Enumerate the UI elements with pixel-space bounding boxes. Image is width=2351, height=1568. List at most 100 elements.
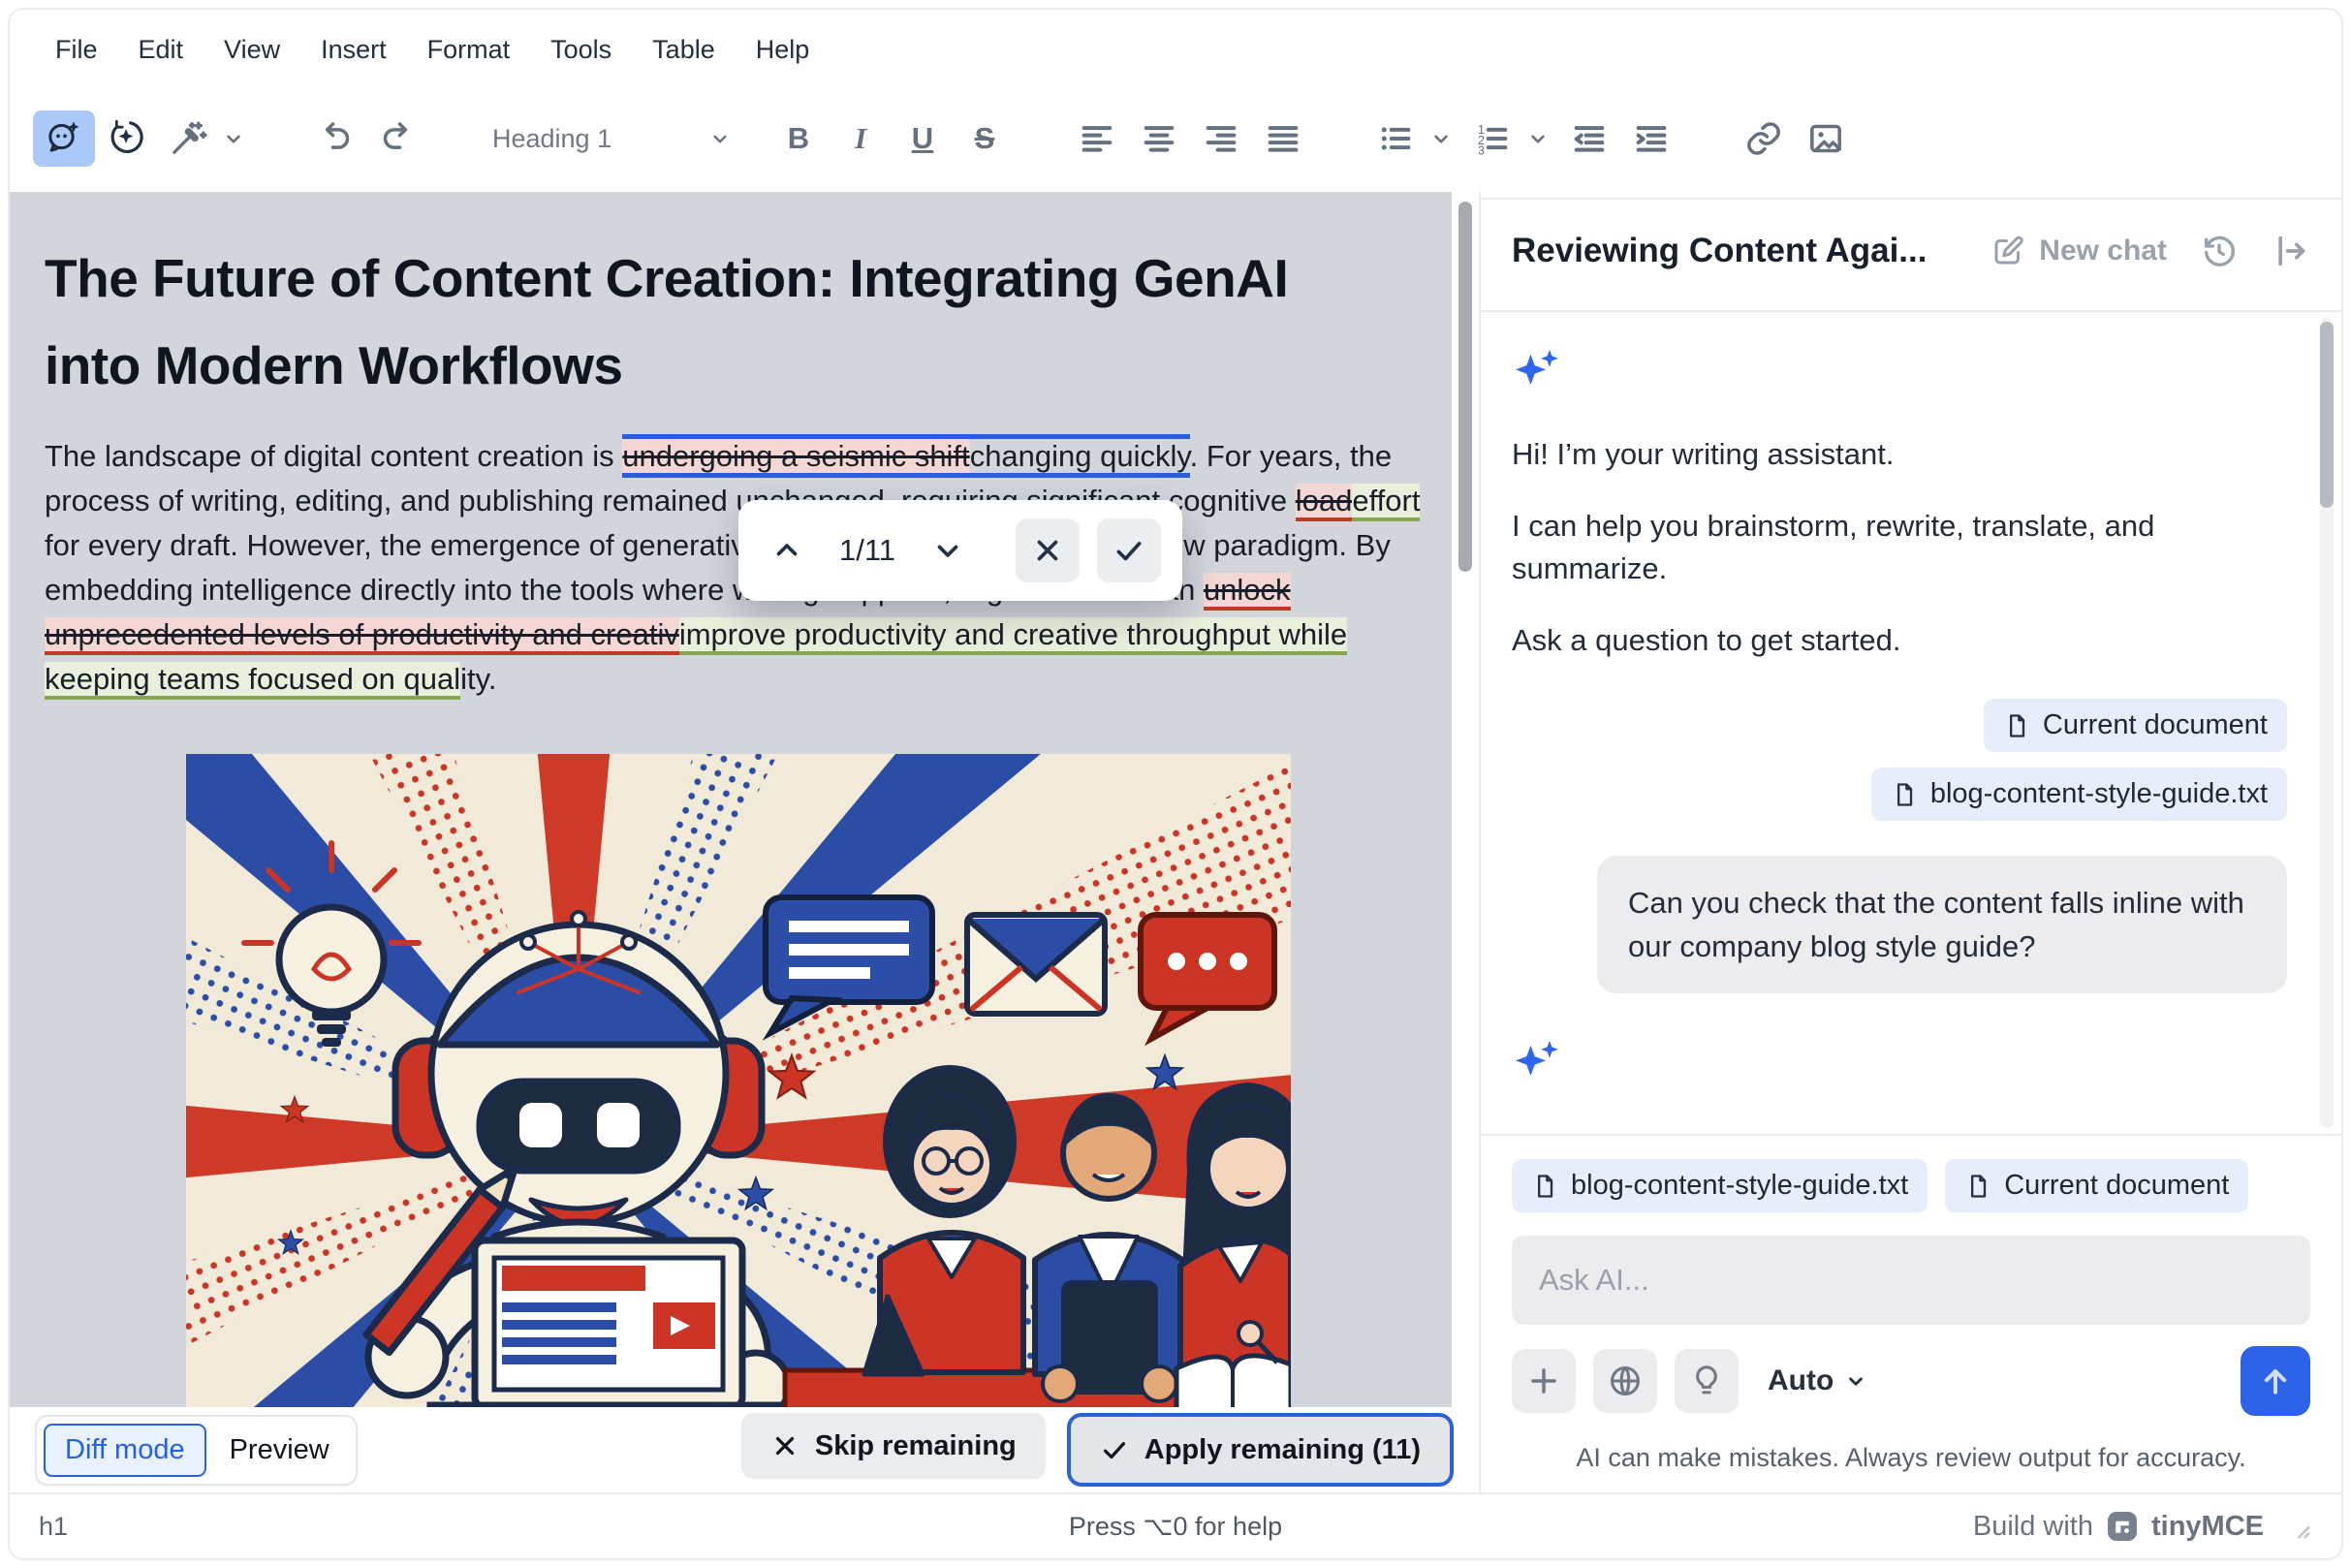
document-title: The Future of Content Creation: Integrat… xyxy=(45,248,1289,395)
paragraph-text: The landscape of digital content creatio… xyxy=(45,439,623,473)
menu-edit[interactable]: Edit xyxy=(118,27,204,73)
svg-text:3: 3 xyxy=(1478,144,1485,158)
menu-format[interactable]: Format xyxy=(407,27,531,73)
tinymce-logo-icon xyxy=(2108,1512,2137,1541)
new-chat-button[interactable]: New chat xyxy=(1991,234,2167,268)
document-paragraph: The landscape of digital content creatio… xyxy=(45,434,1425,702)
bold-button[interactable]: B xyxy=(768,110,830,167)
align-justify-button[interactable] xyxy=(1252,110,1314,167)
suggestions-button[interactable] xyxy=(1675,1349,1739,1413)
tracked-deletion[interactable]: load xyxy=(1295,484,1353,521)
assistant-message: Ask a question to get started. xyxy=(1512,623,1901,657)
previous-change-button[interactable] xyxy=(760,523,814,578)
ai-sparkle-circle-icon xyxy=(107,117,145,161)
skip-remaining-label: Skip remaining xyxy=(814,1429,1017,1461)
arrow-up-icon xyxy=(2264,1369,2287,1395)
accept-change-button[interactable] xyxy=(1097,518,1161,582)
diff-mode-toggle[interactable]: Diff mode xyxy=(44,1423,206,1477)
chevron-down-icon xyxy=(1428,126,1454,151)
preview-toggle[interactable]: Preview xyxy=(210,1426,349,1475)
chat-scrollbar-thumb[interactable] xyxy=(2320,322,2334,508)
web-search-button[interactable] xyxy=(1593,1349,1657,1413)
ai-assistant-button[interactable] xyxy=(33,110,95,167)
close-sidebar-button[interactable] xyxy=(2272,232,2310,270)
indent-button[interactable] xyxy=(1620,110,1682,167)
magic-wand-icon xyxy=(157,110,219,167)
ai-chat-panel: Reviewing Content Agai... New chat Hi! I… xyxy=(1479,192,2341,1492)
assistant-message: Hi! I’m your writing assistant. xyxy=(1512,437,1895,471)
envelope-motif xyxy=(964,912,1108,1017)
add-attachment-button[interactable] xyxy=(1512,1349,1576,1413)
underline-button[interactable]: U xyxy=(892,110,954,167)
italic-button[interactable]: I xyxy=(830,110,892,167)
chip-label: blog-content-style-guide.txt xyxy=(1571,1170,1909,1201)
new-chat-icon xyxy=(1994,235,2023,265)
outdent-button[interactable] xyxy=(1558,110,1620,167)
tracked-insertion: changing quickly xyxy=(969,439,1190,473)
brand-prefix: Build with xyxy=(1972,1510,2093,1542)
editor-action-bar: Diff mode Preview Skip remaining Apply r… xyxy=(10,1407,1479,1492)
chevron-down-icon xyxy=(707,126,733,151)
numbered-list-split-button[interactable]: 123 xyxy=(1461,110,1558,167)
tracked-insertion[interactable]: effort xyxy=(1352,484,1421,521)
ai-disclaimer: AI can make mistakes. Always review outp… xyxy=(1576,1443,2246,1472)
send-button[interactable] xyxy=(2241,1346,2310,1416)
document-icon xyxy=(2009,713,2025,737)
collapse-panel-icon xyxy=(2278,235,2305,267)
chat-title: Reviewing Content Agai... xyxy=(1512,232,1928,269)
ask-ai-input[interactable] xyxy=(1512,1236,2310,1325)
tracked-change-selected[interactable]: undergoing a seismic shiftchanging quick… xyxy=(622,434,1190,478)
chevron-down-icon xyxy=(1525,126,1551,151)
chat-header: Reviewing Content Agai... New chat xyxy=(1481,192,2341,310)
apply-remaining-button[interactable]: Apply remaining (11) xyxy=(1066,1413,1454,1487)
link-button[interactable] xyxy=(1733,110,1795,167)
bullet-list-split-button[interactable] xyxy=(1364,110,1461,167)
undo-button[interactable] xyxy=(304,110,366,167)
block-format-select[interactable]: Heading 1 xyxy=(479,110,742,167)
align-center-button[interactable] xyxy=(1128,110,1190,167)
history-icon xyxy=(2205,235,2235,267)
redo-button[interactable] xyxy=(366,110,428,167)
branding[interactable]: Build with tinyMCE xyxy=(1973,1509,2312,1544)
menu-table[interactable]: Table xyxy=(632,27,736,73)
ai-tools-split-button[interactable] xyxy=(157,110,254,167)
context-chip-style-guide[interactable]: blog-content-style-guide.txt xyxy=(1870,768,2287,821)
main-row: The Future of Content Creation: Integrat… xyxy=(10,192,2341,1492)
skip-remaining-button[interactable]: Skip remaining xyxy=(740,1413,1046,1479)
menu-view[interactable]: View xyxy=(204,27,300,73)
tracked-deletion: undergoing a seismic shift xyxy=(622,439,970,473)
lightbulb-icon xyxy=(1696,1365,1717,1395)
attachment-chip-current-document[interactable]: Current document xyxy=(1945,1159,2249,1212)
resize-handle-icon[interactable] xyxy=(2283,1512,2312,1541)
document-icon xyxy=(1971,1174,1987,1198)
next-change-button[interactable] xyxy=(921,523,975,578)
diff-navigation-toolbar: 1/11 xyxy=(738,500,1182,601)
menu-insert[interactable]: Insert xyxy=(300,27,407,73)
model-mode-select[interactable]: Auto xyxy=(1768,1364,1868,1397)
ai-sparkle-icon xyxy=(1515,1040,1558,1076)
ai-chat-icon xyxy=(45,117,83,161)
paragraph-text: ity. xyxy=(460,662,497,696)
menu-tools[interactable]: Tools xyxy=(530,27,632,73)
image-button[interactable] xyxy=(1795,110,1857,167)
editor-scrollbar-thumb[interactable] xyxy=(1458,202,1472,572)
plus-icon xyxy=(1531,1368,1556,1394)
align-left-button[interactable] xyxy=(1066,110,1128,167)
reject-change-button[interactable] xyxy=(1016,518,1080,582)
chat-message-list[interactable]: Hi! I’m your writing assistant. I can he… xyxy=(1481,312,2341,1134)
context-chip-current-document[interactable]: Current document xyxy=(1983,699,2287,752)
attachment-chip-style-guide[interactable]: blog-content-style-guide.txt xyxy=(1512,1159,1928,1212)
ai-shortcuts-button[interactable] xyxy=(95,110,157,167)
element-path: h1 xyxy=(39,1511,69,1541)
chat-history-button[interactable] xyxy=(2200,232,2239,270)
view-mode-toggle: Diff mode Preview xyxy=(35,1414,358,1486)
numbered-list-icon: 123 xyxy=(1461,110,1523,167)
menu-help[interactable]: Help xyxy=(736,27,831,73)
strikethrough-button[interactable]: S xyxy=(954,110,1016,167)
block-format-label: Heading 1 xyxy=(492,123,612,153)
bullet-list-icon xyxy=(1364,110,1426,167)
editor-scrollbar[interactable] xyxy=(1452,192,1479,1407)
menu-file[interactable]: File xyxy=(35,27,118,73)
document-edit-area[interactable]: The Future of Content Creation: Integrat… xyxy=(10,192,1452,1407)
align-right-button[interactable] xyxy=(1190,110,1252,167)
